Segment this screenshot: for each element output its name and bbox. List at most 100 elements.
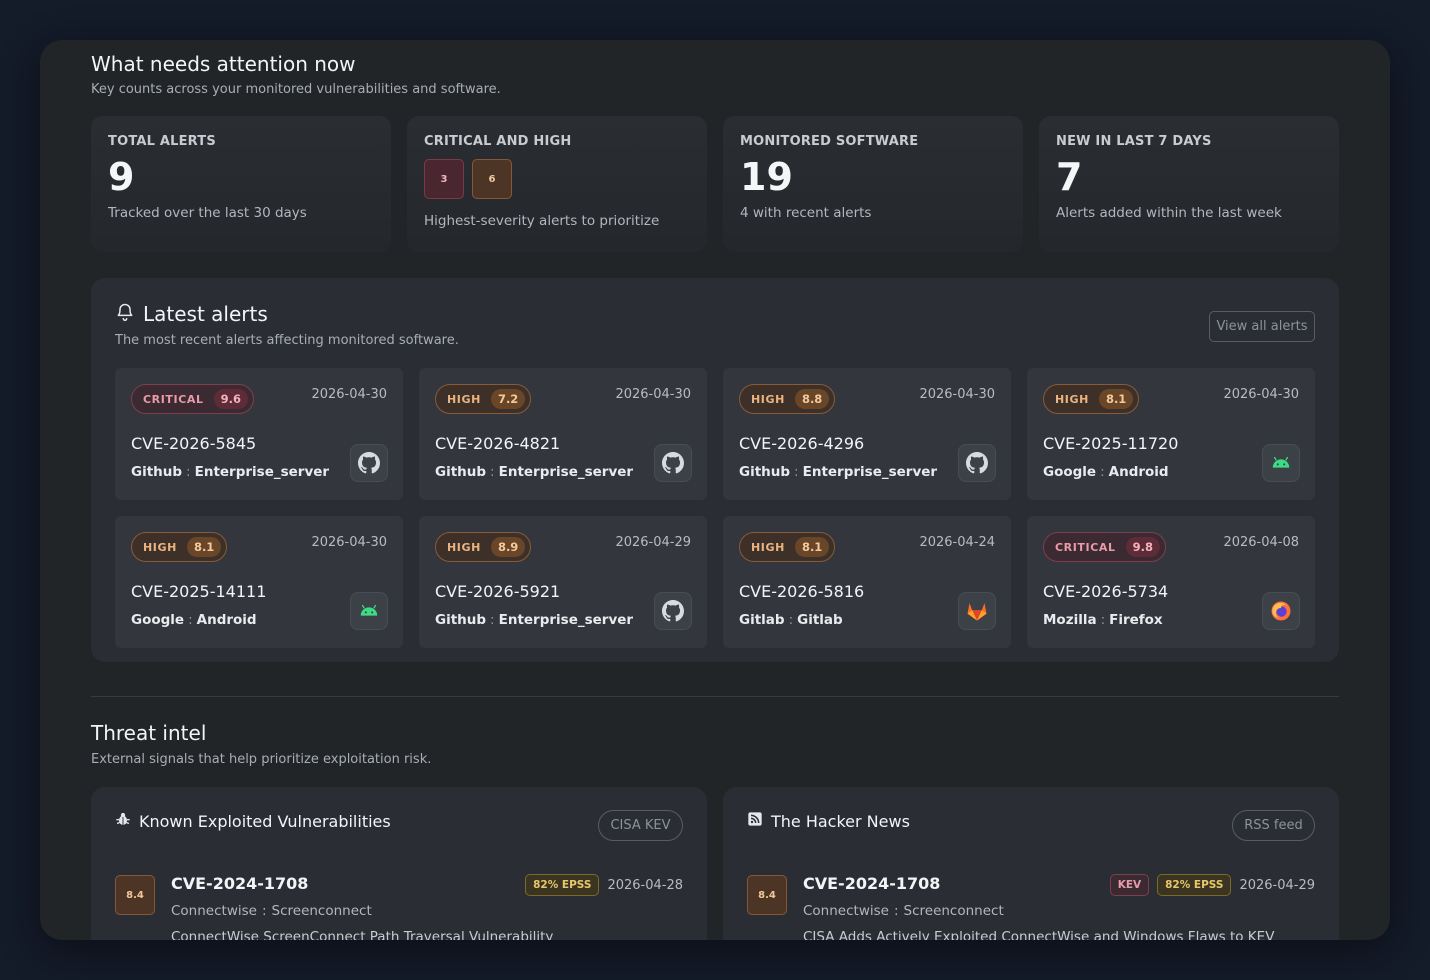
latest-alerts-panel: Latest alerts The most recent alerts aff… <box>91 278 1339 662</box>
firefox-icon <box>1269 599 1293 623</box>
cvss-score-badge: 8.4 <box>747 875 787 915</box>
alert-date: 2026-04-30 <box>615 387 691 402</box>
threat-intel-title: Threat intel <box>91 721 207 745</box>
news-item[interactable]: 8.4 CVE-2024-1708 KEV 82% EPSS 2026-04-2… <box>747 874 1315 940</box>
alert-vendor: Mozilla <box>1043 612 1097 628</box>
stat-value: 7 <box>1056 155 1083 199</box>
kev-badge: KEV <box>1109 874 1150 896</box>
stat-desc: 4 with recent alerts <box>740 205 872 221</box>
alert-card[interactable]: HIGH 8.1 2026-04-30 CVE-2025-14111 Googl… <box>115 516 403 648</box>
intel-tags: 82% EPSS 2026-04-28 <box>525 874 683 896</box>
stat-value: 9 <box>108 155 135 199</box>
alert-product: Enterprise_server <box>498 464 634 480</box>
severity-score: 9.8 <box>1125 537 1161 557</box>
vendor-logo <box>958 592 996 630</box>
alert-cve-id: CVE-2026-4821 <box>435 434 561 453</box>
alert-vendor-product: Mozilla: Firefox <box>1043 612 1163 628</box>
alert-vendor: Github <box>739 464 791 480</box>
intel-description: CISA Adds Actively Exploited ConnectWise… <box>803 929 1275 940</box>
epss-badge: 82% EPSS <box>1157 874 1232 896</box>
vendor-logo <box>350 444 388 482</box>
vendor-logo <box>1262 444 1300 482</box>
hacker-news-title: The Hacker News <box>771 811 910 831</box>
kev-panel: Known Exploited Vulnerabilities CISA KEV… <box>91 787 707 940</box>
alert-card[interactable]: CRITICAL 9.8 2026-04-08 CVE-2026-5734 Mo… <box>1027 516 1315 648</box>
alert-date: 2026-04-24 <box>919 535 995 550</box>
alert-vendor-product: Google: Android <box>1043 464 1169 480</box>
alert-product: Android <box>196 612 257 628</box>
severity-pill: HIGH 8.8 <box>739 384 836 414</box>
attention-subtitle: Key counts across your monitored vulnera… <box>91 82 501 97</box>
alert-date: 2026-04-30 <box>919 387 995 402</box>
severity-pill: HIGH 8.1 <box>739 532 836 562</box>
hacker-news-panel: The Hacker News RSS feed 8.4 CVE-2024-17… <box>723 787 1339 940</box>
attention-title: What needs attention now <box>91 52 356 76</box>
severity-label: HIGH <box>447 540 481 554</box>
vendor-logo <box>958 444 996 482</box>
kev-item[interactable]: 8.4 CVE-2024-1708 82% EPSS 2026-04-28 Co… <box>115 874 683 940</box>
alert-date: 2026-04-30 <box>1223 387 1299 402</box>
rss-feed-button[interactable]: RSS feed <box>1232 810 1315 841</box>
alert-date: 2026-04-30 <box>311 535 387 550</box>
severity-score: 8.1 <box>1098 389 1134 409</box>
stat-desc: Highest-severity alerts to prioritize <box>424 213 660 229</box>
intel-cve-id: CVE-2024-1708 <box>171 874 309 893</box>
cisa-kev-button[interactable]: CISA KEV <box>598 810 683 841</box>
alert-card[interactable]: HIGH 8.9 2026-04-29 CVE-2026-5921 Github… <box>419 516 707 648</box>
severity-pill: CRITICAL 9.8 <box>1043 532 1167 562</box>
severity-pill: HIGH 8.1 <box>1043 384 1140 414</box>
alert-cve-id: CVE-2026-5845 <box>131 434 257 453</box>
alert-cve-id: CVE-2026-5921 <box>435 582 561 601</box>
high-count-badge: 6 <box>472 159 512 199</box>
severity-score: 8.8 <box>794 389 830 409</box>
bug-icon <box>115 811 131 831</box>
intel-vendor: Connectwise <box>171 903 257 919</box>
stat-card-critical-high: CRITICAL AND HIGH 3 6 Highest-severity a… <box>407 116 707 252</box>
intel-vendor-product: Connectwise: Screenconnect <box>171 903 372 919</box>
github-icon <box>358 452 380 474</box>
alert-vendor-product: Gitlab: Gitlab <box>739 612 843 628</box>
intel-vendor: Connectwise <box>803 903 889 919</box>
severity-counts: 3 6 <box>424 159 690 199</box>
android-icon <box>1270 452 1292 474</box>
vendor-logo <box>1262 592 1300 630</box>
alert-product: Enterprise_server <box>498 612 634 628</box>
stat-label: MONITORED SOFTWARE <box>740 134 919 149</box>
alert-card[interactable]: HIGH 8.1 2026-04-24 CVE-2026-5816 Gitlab… <box>723 516 1011 648</box>
latest-alerts-title: Latest alerts <box>143 302 268 326</box>
alert-vendor: Github <box>131 464 183 480</box>
severity-label: HIGH <box>447 392 481 406</box>
latest-alerts-header: Latest alerts <box>115 302 268 326</box>
alert-product: Enterprise_server <box>802 464 938 480</box>
intel-date: 2026-04-28 <box>607 877 683 893</box>
threat-intel-subtitle: External signals that help prioritize ex… <box>91 752 432 767</box>
severity-score: 7.2 <box>490 389 526 409</box>
stat-desc: Tracked over the last 30 days <box>108 205 307 221</box>
severity-score: 8.1 <box>186 537 222 557</box>
severity-pill: HIGH 7.2 <box>435 384 532 414</box>
severity-label: HIGH <box>751 392 785 406</box>
dashboard-frame: What needs attention now Key counts acro… <box>40 40 1390 940</box>
intel-date: 2026-04-29 <box>1239 877 1315 893</box>
stat-card-monitored-software: MONITORED SOFTWARE 19 4 with recent aler… <box>723 116 1023 252</box>
alert-product: Firefox <box>1109 612 1163 628</box>
vendor-logo <box>654 592 692 630</box>
intel-description: ConnectWise ScreenConnect Path Traversal… <box>171 929 554 940</box>
critical-count-badge: 3 <box>424 159 464 199</box>
alert-date: 2026-04-30 <box>311 387 387 402</box>
alert-vendor-product: Google: Android <box>131 612 257 628</box>
kev-title: Known Exploited Vulnerabilities <box>139 811 391 831</box>
alert-card[interactable]: HIGH 7.2 2026-04-30 CVE-2026-4821 Github… <box>419 368 707 500</box>
alert-card[interactable]: HIGH 8.8 2026-04-30 CVE-2026-4296 Github… <box>723 368 1011 500</box>
severity-label: HIGH <box>143 540 177 554</box>
alert-vendor-product: Github: Enterprise_server <box>435 464 634 480</box>
bell-icon <box>115 302 135 326</box>
gitlab-icon <box>965 599 989 623</box>
view-all-alerts-button[interactable]: View all alerts <box>1209 311 1315 342</box>
github-icon <box>662 452 684 474</box>
alert-card[interactable]: CRITICAL 9.6 2026-04-30 CVE-2026-5845 Gi… <box>115 368 403 500</box>
alert-card[interactable]: HIGH 8.1 2026-04-30 CVE-2025-11720 Googl… <box>1027 368 1315 500</box>
intel-vendor-product: Connectwise: Screenconnect <box>803 903 1004 919</box>
epss-badge: 82% EPSS <box>525 874 600 896</box>
alert-date: 2026-04-08 <box>1223 535 1299 550</box>
